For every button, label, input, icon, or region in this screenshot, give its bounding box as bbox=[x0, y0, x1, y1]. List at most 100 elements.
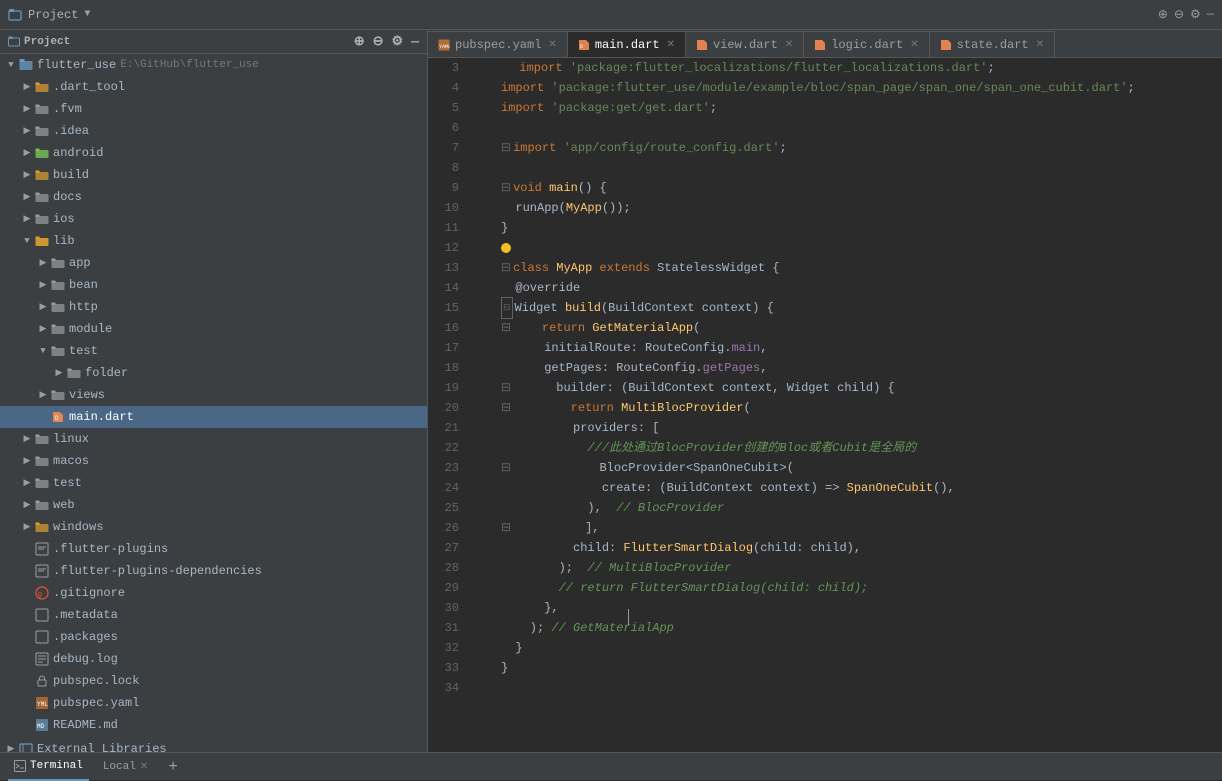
token-fn: main bbox=[549, 178, 578, 198]
token-end: (child: child), bbox=[753, 538, 861, 558]
tree-item-idea[interactable]: ▶ .idea bbox=[0, 120, 427, 142]
local-tab[interactable]: Local ✕ bbox=[97, 753, 154, 781]
tab-close-btn[interactable]: ✕ bbox=[140, 761, 148, 773]
token-getmaterialapp: GetMaterialApp bbox=[592, 318, 693, 338]
tree-item-gitignore[interactable]: ▶ g .gitignore bbox=[0, 582, 427, 604]
tab-state[interactable]: state.dart ✕ bbox=[930, 31, 1055, 57]
token-text: BlocProvider<SpanOneCubit>( bbox=[513, 458, 794, 478]
tree: ▼ flutter_use E:\GitHub\flutter_use ▶ .d… bbox=[0, 54, 427, 752]
code-line-17: initialRoute: RouteConfig.main, bbox=[501, 338, 1222, 358]
terminal-tab[interactable]: Terminal bbox=[8, 753, 89, 781]
tree-item-test-outer[interactable]: ▶ test bbox=[0, 472, 427, 494]
tree-item-main-dart[interactable]: ▶ D main.dart bbox=[0, 406, 427, 428]
token-spanonecubit: SpanOneCubit bbox=[847, 478, 933, 498]
tree-item-android[interactable]: ▶ android bbox=[0, 142, 427, 164]
line-num-20: 20 bbox=[428, 398, 465, 418]
tab-logic[interactable]: logic.dart ✕ bbox=[804, 31, 929, 57]
tree-item-http[interactable]: ▶ http bbox=[0, 296, 427, 318]
token-comment: // BlocProvider bbox=[616, 498, 724, 518]
tree-item-web[interactable]: ▶ web bbox=[0, 494, 427, 516]
tree-item-folder[interactable]: ▶ folder bbox=[0, 362, 427, 384]
tree-item-external-libraries[interactable]: ▶ External Libraries bbox=[0, 738, 427, 752]
tab-dart-icon bbox=[696, 39, 708, 51]
editor-content: 3 4 5 6 7 8 9 10 11 12 13 14 15 16 17 18… bbox=[428, 58, 1222, 752]
tree-item-ios[interactable]: ▶ ios bbox=[0, 208, 427, 230]
tree-item-module[interactable]: ▶ module bbox=[0, 318, 427, 340]
tree-item-flutter_use[interactable]: ▼ flutter_use E:\GitHub\flutter_use bbox=[0, 54, 427, 76]
svg-text:YML: YML bbox=[37, 701, 48, 708]
fold-gutter bbox=[501, 58, 515, 78]
tree-item-views[interactable]: ▶ views bbox=[0, 384, 427, 406]
folder-icon bbox=[34, 519, 50, 535]
tree-item-pubspec-yaml[interactable]: ▶ YML pubspec.yaml bbox=[0, 692, 427, 714]
sidebar-settings-btn[interactable]: ⚙ bbox=[392, 34, 404, 49]
line-num-27: 27 bbox=[428, 538, 465, 558]
settings-icon[interactable]: ⚙ bbox=[1190, 7, 1201, 22]
tree-item-lib[interactable]: ▼ lib bbox=[0, 230, 427, 252]
expand-arrow: ▶ bbox=[36, 278, 50, 292]
token-paren: ( bbox=[744, 398, 751, 418]
tree-item-debug-log[interactable]: ▶ debug.log bbox=[0, 648, 427, 670]
token-end: (), bbox=[933, 478, 955, 498]
tree-item-flutter-plugins[interactable]: ▶ .flutter-plugins bbox=[0, 538, 427, 560]
add-icon: + bbox=[168, 758, 178, 776]
dart-file-icon: D bbox=[50, 409, 66, 425]
tab-pubspec[interactable]: YAML pubspec.yaml ✕ bbox=[428, 31, 568, 57]
line-num-34: 34 bbox=[428, 678, 465, 698]
tree-item-windows[interactable]: ▶ windows bbox=[0, 516, 427, 538]
tab-yaml-icon: YAML bbox=[438, 39, 450, 51]
line-num-13: 13 bbox=[428, 258, 465, 278]
line-num-5: 5 bbox=[428, 98, 465, 118]
tab-close-icon[interactable]: ✕ bbox=[910, 39, 918, 51]
expand-arrow: ▼ bbox=[36, 344, 50, 358]
tree-label-flutter_use: flutter_use bbox=[37, 58, 116, 72]
tree-label-packages: .packages bbox=[53, 630, 118, 644]
line-num-19: 19 bbox=[428, 378, 465, 398]
sidebar-add-btn[interactable]: ⊕ bbox=[354, 34, 365, 49]
tree-item-build[interactable]: ▶ build bbox=[0, 164, 427, 186]
expand-arrow: ▶ bbox=[20, 190, 34, 204]
token-text: ], bbox=[513, 518, 599, 538]
tab-close-icon[interactable]: ✕ bbox=[1036, 39, 1044, 51]
tree-item-linux[interactable]: ▶ linux bbox=[0, 428, 427, 450]
tab-label: view.dart bbox=[713, 38, 778, 52]
tree-item-docs[interactable]: ▶ docs bbox=[0, 186, 427, 208]
tree-item-pubspec-lock[interactable]: ▶ pubspec.lock bbox=[0, 670, 427, 692]
tree-item-app[interactable]: ▶ app bbox=[0, 252, 427, 274]
tab-main[interactable]: D main.dart ✕ bbox=[568, 31, 686, 57]
line-num-7: 7 bbox=[428, 138, 465, 158]
sidebar-collapse-btn[interactable]: ⊖ bbox=[373, 34, 384, 49]
tab-close-icon[interactable]: ✕ bbox=[667, 39, 675, 51]
tree-item-flutter-plugins-dep[interactable]: ▶ .flutter-plugins-dependencies bbox=[0, 560, 427, 582]
tree-label-test-inner: test bbox=[69, 344, 98, 358]
code-line-14: @override bbox=[501, 278, 1222, 298]
sidebar-minimize-btn[interactable]: — bbox=[411, 34, 419, 49]
expand-arrow: ▶ bbox=[20, 168, 34, 182]
tree-item-test-inner[interactable]: ▼ test bbox=[0, 340, 427, 362]
tab-view[interactable]: view.dart ✕ bbox=[686, 31, 804, 57]
code-line-20: ⊟ return MultiBlocProvider( bbox=[501, 398, 1222, 418]
tree-item-dart_tool[interactable]: ▶ .dart_tool bbox=[0, 76, 427, 98]
token-extends: extends bbox=[600, 258, 658, 278]
tree-item-readme[interactable]: ▶ MD README.md bbox=[0, 714, 427, 736]
tree-item-metadata[interactable]: ▶ .metadata bbox=[0, 604, 427, 626]
token-str: 'package:flutter_localizations/flutter_l… bbox=[570, 58, 988, 78]
tree-item-fvm[interactable]: ▶ .fvm bbox=[0, 98, 427, 120]
minimize-icon[interactable]: — bbox=[1207, 7, 1214, 22]
title-bar-project-label[interactable]: Project bbox=[28, 8, 78, 22]
line-num-16: 16 bbox=[428, 318, 465, 338]
fold-indicator-15[interactable]: ⊟ bbox=[501, 297, 513, 319]
code-area[interactable]: import 'package:flutter_localizations/fl… bbox=[473, 58, 1222, 752]
line-num-32: 32 bbox=[428, 638, 465, 658]
tree-item-bean[interactable]: ▶ bean bbox=[0, 274, 427, 296]
line-num-24: 24 bbox=[428, 478, 465, 498]
add-tab-btn[interactable]: + bbox=[162, 753, 184, 781]
tab-close-icon[interactable]: ✕ bbox=[785, 39, 793, 51]
title-bar-dropdown-icon[interactable]: ▼ bbox=[84, 9, 90, 20]
sidebar-header: Project ⊕ ⊖ ⚙ — bbox=[0, 30, 427, 54]
tree-item-packages[interactable]: ▶ .packages bbox=[0, 626, 427, 648]
tab-close-icon[interactable]: ✕ bbox=[548, 39, 556, 51]
split-icon[interactable]: ⊖ bbox=[1174, 7, 1184, 22]
add-icon[interactable]: ⊕ bbox=[1158, 7, 1168, 22]
tree-item-macos[interactable]: ▶ macos bbox=[0, 450, 427, 472]
